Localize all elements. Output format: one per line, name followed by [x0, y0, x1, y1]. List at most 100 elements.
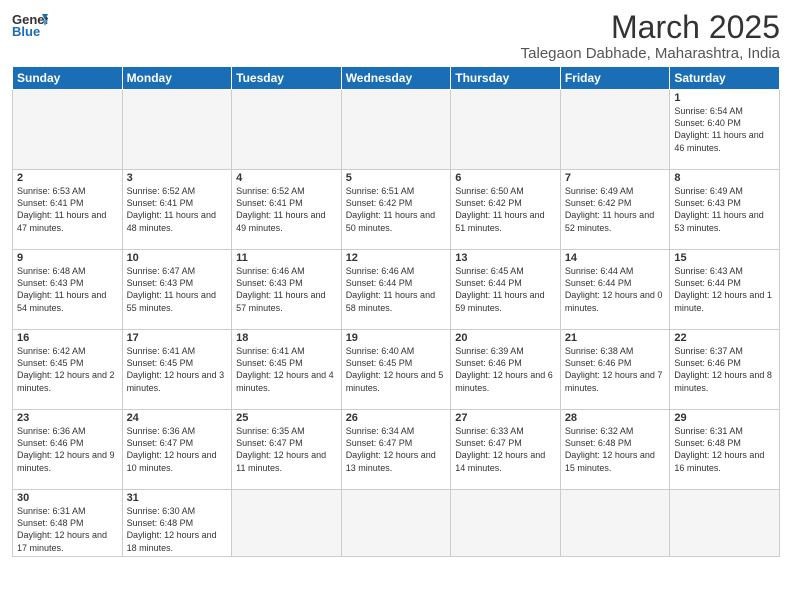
- day-number: 24: [127, 412, 228, 424]
- table-row: 6Sunrise: 6:50 AM Sunset: 6:42 PM Daylig…: [451, 170, 561, 250]
- day-number: 19: [346, 332, 447, 344]
- day-number: 5: [346, 172, 447, 184]
- table-row: 29Sunrise: 6:31 AM Sunset: 6:48 PM Dayli…: [670, 410, 780, 490]
- day-info: Sunrise: 6:36 AM Sunset: 6:47 PM Dayligh…: [127, 425, 228, 474]
- day-number: 30: [17, 492, 118, 504]
- logo: General Blue: [12, 10, 48, 38]
- day-number: 6: [455, 172, 556, 184]
- day-info: Sunrise: 6:35 AM Sunset: 6:47 PM Dayligh…: [236, 425, 337, 474]
- table-row: 16Sunrise: 6:42 AM Sunset: 6:45 PM Dayli…: [13, 330, 123, 410]
- day-info: Sunrise: 6:41 AM Sunset: 6:45 PM Dayligh…: [236, 345, 337, 394]
- header-wednesday: Wednesday: [341, 67, 451, 90]
- day-number: 27: [455, 412, 556, 424]
- day-number: 15: [674, 252, 775, 264]
- header-monday: Monday: [122, 67, 232, 90]
- table-row: 26Sunrise: 6:34 AM Sunset: 6:47 PM Dayli…: [341, 410, 451, 490]
- day-info: Sunrise: 6:39 AM Sunset: 6:46 PM Dayligh…: [455, 345, 556, 394]
- day-number: 28: [565, 412, 666, 424]
- day-number: 10: [127, 252, 228, 264]
- table-row: 7Sunrise: 6:49 AM Sunset: 6:42 PM Daylig…: [560, 170, 670, 250]
- day-number: 3: [127, 172, 228, 184]
- day-info: Sunrise: 6:46 AM Sunset: 6:43 PM Dayligh…: [236, 265, 337, 314]
- table-row: 20Sunrise: 6:39 AM Sunset: 6:46 PM Dayli…: [451, 330, 561, 410]
- table-row: 5Sunrise: 6:51 AM Sunset: 6:42 PM Daylig…: [341, 170, 451, 250]
- title-block: March 2025 Talegaon Dabhade, Maharashtra…: [521, 10, 780, 62]
- day-info: Sunrise: 6:45 AM Sunset: 6:44 PM Dayligh…: [455, 265, 556, 314]
- day-info: Sunrise: 6:42 AM Sunset: 6:45 PM Dayligh…: [17, 345, 118, 394]
- day-number: 17: [127, 332, 228, 344]
- day-number: 21: [565, 332, 666, 344]
- table-row: 25Sunrise: 6:35 AM Sunset: 6:47 PM Dayli…: [232, 410, 342, 490]
- day-info: Sunrise: 6:49 AM Sunset: 6:43 PM Dayligh…: [674, 185, 775, 234]
- table-row: 12Sunrise: 6:46 AM Sunset: 6:44 PM Dayli…: [341, 250, 451, 330]
- day-number: 8: [674, 172, 775, 184]
- day-number: 1: [674, 92, 775, 104]
- day-info: Sunrise: 6:52 AM Sunset: 6:41 PM Dayligh…: [236, 185, 337, 234]
- calendar: Sunday Monday Tuesday Wednesday Thursday…: [12, 66, 780, 557]
- table-row: [560, 490, 670, 557]
- table-row: 24Sunrise: 6:36 AM Sunset: 6:47 PM Dayli…: [122, 410, 232, 490]
- header-sunday: Sunday: [13, 67, 123, 90]
- table-row: [232, 490, 342, 557]
- table-row: 15Sunrise: 6:43 AM Sunset: 6:44 PM Dayli…: [670, 250, 780, 330]
- day-info: Sunrise: 6:32 AM Sunset: 6:48 PM Dayligh…: [565, 425, 666, 474]
- day-number: 16: [17, 332, 118, 344]
- day-info: Sunrise: 6:37 AM Sunset: 6:46 PM Dayligh…: [674, 345, 775, 394]
- table-row: 10Sunrise: 6:47 AM Sunset: 6:43 PM Dayli…: [122, 250, 232, 330]
- day-info: Sunrise: 6:31 AM Sunset: 6:48 PM Dayligh…: [674, 425, 775, 474]
- day-info: Sunrise: 6:50 AM Sunset: 6:42 PM Dayligh…: [455, 185, 556, 234]
- table-row: 11Sunrise: 6:46 AM Sunset: 6:43 PM Dayli…: [232, 250, 342, 330]
- table-row: 1Sunrise: 6:54 AM Sunset: 6:40 PM Daylig…: [670, 90, 780, 170]
- day-info: Sunrise: 6:46 AM Sunset: 6:44 PM Dayligh…: [346, 265, 447, 314]
- table-row: 8Sunrise: 6:49 AM Sunset: 6:43 PM Daylig…: [670, 170, 780, 250]
- table-row: [232, 90, 342, 170]
- day-info: Sunrise: 6:48 AM Sunset: 6:43 PM Dayligh…: [17, 265, 118, 314]
- day-number: 23: [17, 412, 118, 424]
- day-info: Sunrise: 6:52 AM Sunset: 6:41 PM Dayligh…: [127, 185, 228, 234]
- table-row: [560, 90, 670, 170]
- location: Talegaon Dabhade, Maharashtra, India: [521, 45, 780, 62]
- day-number: 9: [17, 252, 118, 264]
- day-info: Sunrise: 6:43 AM Sunset: 6:44 PM Dayligh…: [674, 265, 775, 314]
- header-tuesday: Tuesday: [232, 67, 342, 90]
- day-info: Sunrise: 6:34 AM Sunset: 6:47 PM Dayligh…: [346, 425, 447, 474]
- header-thursday: Thursday: [451, 67, 561, 90]
- day-info: Sunrise: 6:30 AM Sunset: 6:48 PM Dayligh…: [127, 505, 228, 554]
- table-row: [341, 490, 451, 557]
- day-info: Sunrise: 6:40 AM Sunset: 6:45 PM Dayligh…: [346, 345, 447, 394]
- day-info: Sunrise: 6:51 AM Sunset: 6:42 PM Dayligh…: [346, 185, 447, 234]
- day-number: 14: [565, 252, 666, 264]
- header: General Blue March 2025 Talegaon Dabhade…: [12, 10, 780, 62]
- table-row: 28Sunrise: 6:32 AM Sunset: 6:48 PM Dayli…: [560, 410, 670, 490]
- day-number: 7: [565, 172, 666, 184]
- table-row: 27Sunrise: 6:33 AM Sunset: 6:47 PM Dayli…: [451, 410, 561, 490]
- table-row: 22Sunrise: 6:37 AM Sunset: 6:46 PM Dayli…: [670, 330, 780, 410]
- table-row: 21Sunrise: 6:38 AM Sunset: 6:46 PM Dayli…: [560, 330, 670, 410]
- table-row: 19Sunrise: 6:40 AM Sunset: 6:45 PM Dayli…: [341, 330, 451, 410]
- svg-text:Blue: Blue: [12, 24, 40, 38]
- day-number: 13: [455, 252, 556, 264]
- day-number: 12: [346, 252, 447, 264]
- table-row: 31Sunrise: 6:30 AM Sunset: 6:48 PM Dayli…: [122, 490, 232, 557]
- table-row: 2Sunrise: 6:53 AM Sunset: 6:41 PM Daylig…: [13, 170, 123, 250]
- page: General Blue March 2025 Talegaon Dabhade…: [0, 0, 792, 612]
- day-number: 31: [127, 492, 228, 504]
- day-info: Sunrise: 6:38 AM Sunset: 6:46 PM Dayligh…: [565, 345, 666, 394]
- table-row: [13, 90, 123, 170]
- day-info: Sunrise: 6:53 AM Sunset: 6:41 PM Dayligh…: [17, 185, 118, 234]
- day-number: 25: [236, 412, 337, 424]
- header-saturday: Saturday: [670, 67, 780, 90]
- table-row: 18Sunrise: 6:41 AM Sunset: 6:45 PM Dayli…: [232, 330, 342, 410]
- day-info: Sunrise: 6:36 AM Sunset: 6:46 PM Dayligh…: [17, 425, 118, 474]
- table-row: [670, 490, 780, 557]
- day-number: 2: [17, 172, 118, 184]
- day-info: Sunrise: 6:31 AM Sunset: 6:48 PM Dayligh…: [17, 505, 118, 554]
- table-row: [341, 90, 451, 170]
- table-row: [122, 90, 232, 170]
- header-friday: Friday: [560, 67, 670, 90]
- table-row: 14Sunrise: 6:44 AM Sunset: 6:44 PM Dayli…: [560, 250, 670, 330]
- table-row: 13Sunrise: 6:45 AM Sunset: 6:44 PM Dayli…: [451, 250, 561, 330]
- table-row: 4Sunrise: 6:52 AM Sunset: 6:41 PM Daylig…: [232, 170, 342, 250]
- table-row: 23Sunrise: 6:36 AM Sunset: 6:46 PM Dayli…: [13, 410, 123, 490]
- table-row: 3Sunrise: 6:52 AM Sunset: 6:41 PM Daylig…: [122, 170, 232, 250]
